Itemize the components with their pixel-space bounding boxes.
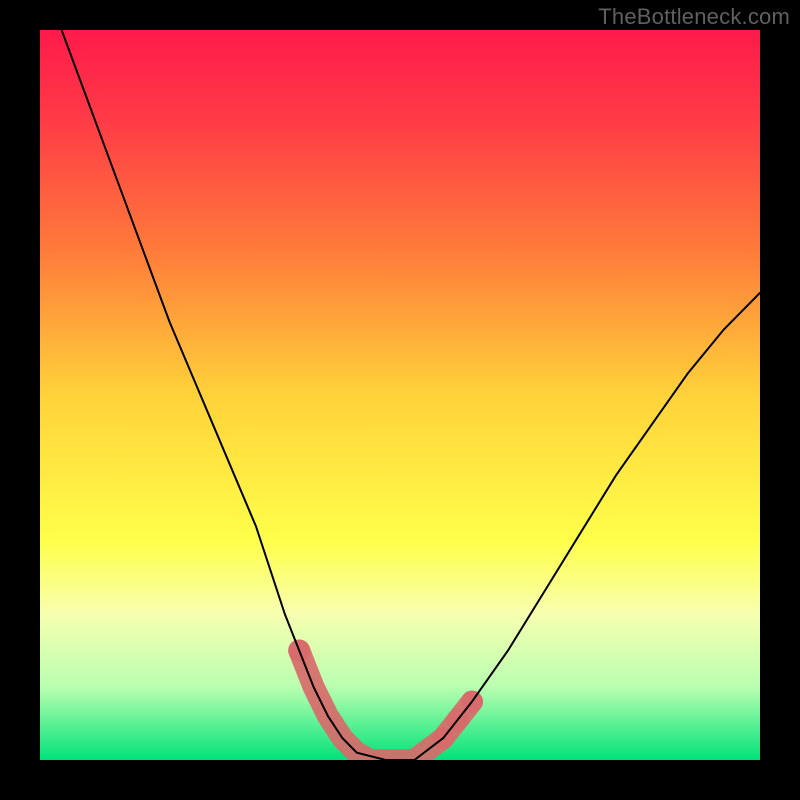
- gradient-background: [40, 30, 760, 760]
- plot-svg: [40, 30, 760, 760]
- watermark-text: TheBottleneck.com: [598, 4, 790, 30]
- plot-area: [40, 30, 760, 760]
- chart-frame: TheBottleneck.com: [0, 0, 800, 800]
